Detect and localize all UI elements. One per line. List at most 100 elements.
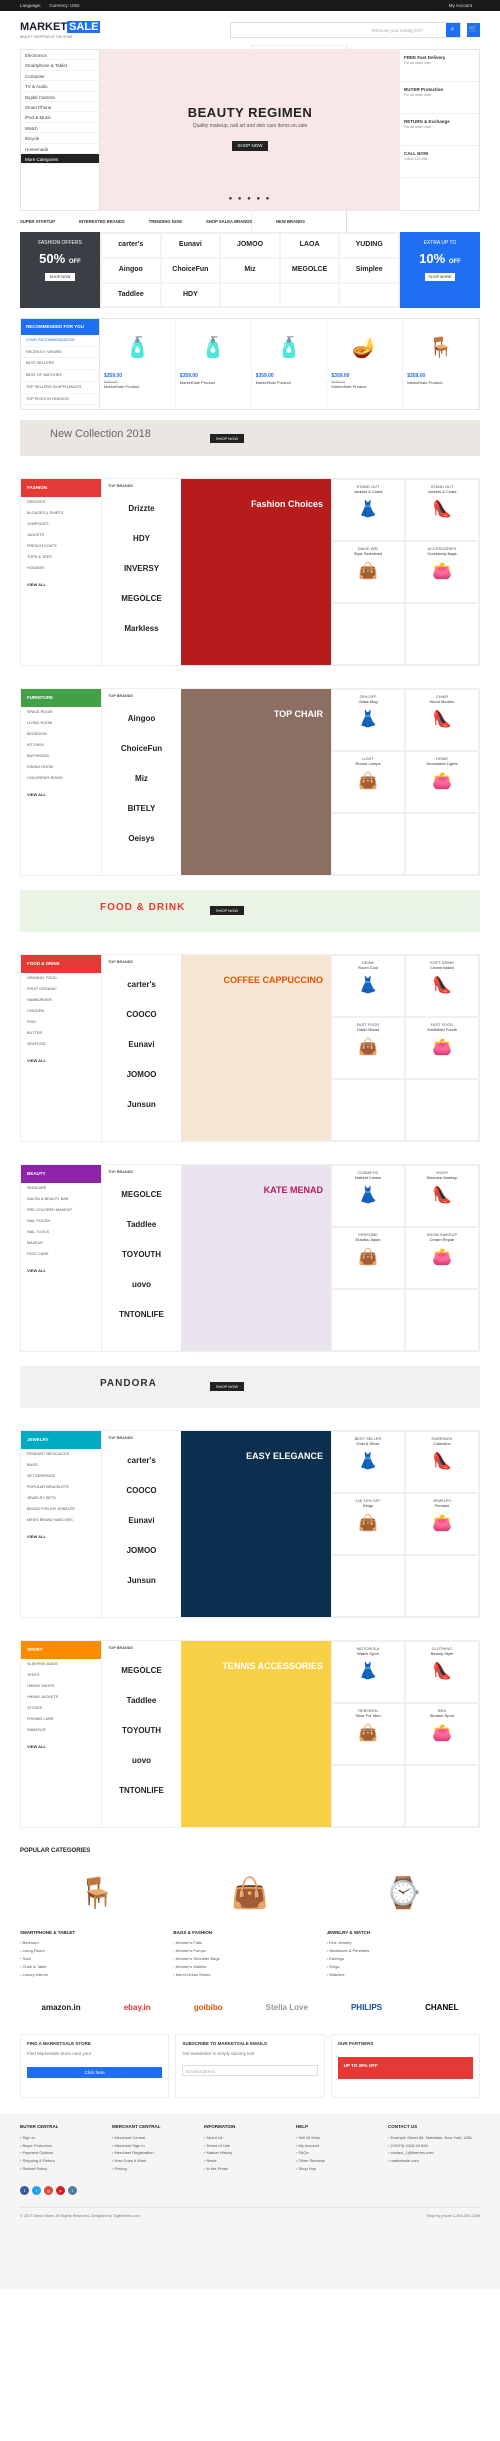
brand-logo[interactable]: TNTONLIFE [102, 1776, 181, 1806]
category-link[interactable]: LIVING ROOM [21, 718, 101, 729]
partner-logo[interactable]: amazon.in [42, 2003, 81, 2013]
food-banner-button[interactable]: SHOP NOW [210, 906, 244, 916]
category-link[interactable]: NAIL POLISH [21, 1216, 101, 1227]
category-tile[interactable] [405, 603, 479, 666]
brand-logo[interactable]: uovo [102, 1270, 181, 1300]
partner-logo[interactable]: Stella Love [266, 2003, 308, 2013]
category-link[interactable]: CHICKEN [21, 1006, 101, 1017]
brand-logo[interactable]: carter's [101, 233, 161, 258]
product-name[interactable]: MarketSale Product [331, 384, 398, 389]
category-tile[interactable] [405, 813, 479, 876]
category-title[interactable]: FASHION [21, 479, 101, 497]
brand-logo[interactable]: Oeisys [102, 824, 181, 854]
pandora-banner[interactable]: PANDORA SHOP NOW [20, 1366, 480, 1409]
category-tile[interactable]: COSMETIC Natural Cream 👗 [331, 1165, 405, 1228]
footer-link[interactable]: › Buyer Protection [20, 2142, 112, 2150]
google-icon[interactable]: g [44, 2185, 53, 2195]
brand-logo[interactable]: COOCO [102, 1476, 181, 1506]
product-card[interactable]: 🧴 $359.00 MarketSale Product [252, 319, 328, 410]
popular-link[interactable]: › Bedroom [20, 1938, 173, 1946]
category-link[interactable]: BEADS FOR DIY JEWELRY [21, 1504, 101, 1515]
category-link[interactable]: SKINCARE [21, 1183, 101, 1194]
brand-logo[interactable]: Aingoo [102, 704, 181, 734]
category-tile[interactable]: MOTOROLA Watch Sport 👗 [331, 1641, 405, 1704]
view-all-link[interactable]: VIEW ALL [21, 574, 101, 595]
category-tile[interactable]: VICHY Skincare Makeup 👠 [405, 1165, 479, 1228]
brand-logo[interactable]: TOYOUTH [102, 1716, 181, 1746]
category-link[interactable]: FRENCH COATS [21, 541, 101, 552]
footer-link[interactable]: › My Account [296, 2142, 388, 2150]
product-image[interactable]: 🧴 [180, 323, 247, 373]
category-link[interactable]: JUMPSUITS [21, 519, 101, 530]
category-link[interactable]: HOODIES [21, 563, 101, 574]
popular-image[interactable]: 👜 [173, 1864, 326, 1924]
category-hero[interactable]: Fashion Choices [181, 479, 331, 666]
category-item[interactable]: More Categories [21, 153, 99, 165]
category-link[interactable]: BUTTER [21, 1028, 101, 1039]
category-item[interactable]: Smartphone & Tablet [21, 60, 99, 71]
category-title[interactable]: BEAUTY [21, 1165, 101, 1183]
language-select[interactable]: Language: [20, 3, 41, 8]
popular-link[interactable]: › Earrings [327, 1954, 480, 1962]
category-tile[interactable] [405, 1289, 479, 1352]
brand-logo[interactable]: COOCO [102, 1000, 181, 1030]
category-tile[interactable]: SNOW MAKEUP Cream Repair 👛 [405, 1227, 479, 1290]
popular-link[interactable]: › Fine Jewelry [327, 1938, 480, 1946]
recommend-item[interactable]: TOP SELLERS IN APPLIANCES [21, 382, 99, 394]
product-card[interactable]: 🧴 $359.00 MarketSale Product [176, 319, 252, 410]
popular-link[interactable]: › Necklaces & Pendants [327, 1946, 480, 1954]
popular-col-title[interactable]: JEWELRY & WATCH [327, 1930, 480, 1936]
footer-link[interactable]: › Merchant Sign In [112, 2142, 204, 2150]
collection-banner[interactable]: New Collection 2018 SHOP NOW [20, 420, 480, 457]
category-link[interactable]: SLEEPING BAGS [21, 1659, 101, 1670]
category-tile[interactable] [405, 1555, 479, 1618]
category-link[interactable]: FRUIT ORGANIC [21, 984, 101, 995]
search-button[interactable]: ⌕ [445, 23, 460, 37]
popular-link[interactable]: › Women's Flats [173, 1938, 326, 1946]
partner-logo[interactable]: CHANEL [425, 2003, 458, 2013]
footer-link[interactable]: › Payment Options [20, 2149, 112, 2157]
brand-logo[interactable]: ChoiceFun [160, 257, 221, 283]
footer-link[interactable]: › Sell All Help [296, 2134, 388, 2142]
brand-logo[interactable]: carter's [102, 1446, 181, 1476]
popular-link[interactable]: › Watches [327, 1970, 480, 1978]
brand-logo[interactable]: ChoiceFun [102, 734, 181, 764]
brand-logo[interactable]: Junsun [102, 1566, 181, 1596]
category-link[interactable]: POPULAR BRACELETS [21, 1482, 101, 1493]
category-link[interactable]: PENDANT NECKLACES [21, 1449, 101, 1460]
category-tile[interactable]: HOME Decorative Lights 👛 [405, 751, 479, 814]
brand-logo[interactable]: Simplee [339, 257, 399, 283]
recommend-item[interactable]: BEST OF WATCHES [21, 370, 99, 382]
category-link[interactable]: DINING ROOM [21, 762, 101, 773]
category-link[interactable]: HIKING SHOES [21, 1681, 101, 1692]
view-all-link[interactable]: VIEW ALL [21, 1526, 101, 1547]
brand-tab[interactable]: NEW BRANDS [276, 219, 305, 224]
brand-logo[interactable]: HDY [102, 524, 181, 554]
product-name[interactable]: MarketSale Product [104, 384, 171, 389]
category-hero[interactable]: EASY ELEGANCE [181, 1431, 331, 1618]
category-tile[interactable]: JEWELRY Pendant 👛 [405, 1493, 479, 1556]
category-link[interactable]: TOPS & TEES [21, 552, 101, 563]
category-item[interactable]: Homemade [21, 144, 99, 154]
popular-link[interactable]: › Women's Pumps [173, 1946, 326, 1954]
product-card[interactable]: 🪑 $359.00 MarketSale Product [403, 319, 479, 410]
popular-link[interactable]: › Men's Dress Shoes [173, 1970, 326, 1978]
popular-image[interactable]: 🪑 [20, 1864, 173, 1924]
category-tile[interactable] [331, 1765, 405, 1828]
brand-logo[interactable]: Drizzte [102, 494, 181, 524]
category-link[interactable]: SET EARRINGS [21, 1471, 101, 1482]
recommend-item[interactable]: YOUR RECOMMENDATION [21, 335, 99, 347]
category-link[interactable]: DRESSES [21, 497, 101, 508]
footer-link[interactable]: › Market History [204, 2149, 296, 2157]
category-tile[interactable] [331, 603, 405, 666]
category-tile[interactable] [331, 813, 405, 876]
find-button[interactable]: Click here [27, 2066, 163, 2078]
logo[interactable]: MARKET SALE BEAUTY SHOPPING AT THE HOME [20, 20, 125, 39]
category-link[interactable]: NAIL TOOLS [21, 1227, 101, 1238]
footer-link[interactable]: › In the Press [204, 2164, 296, 2172]
email-field[interactable]: Email address [182, 2064, 318, 2076]
brand-logo[interactable]: Taddlee [102, 1210, 181, 1240]
brand-logo[interactable]: Eunavi [102, 1506, 181, 1536]
view-all-link[interactable]: VIEW ALL [21, 784, 101, 805]
category-link[interactable]: ORGANIC FOOD [21, 973, 101, 984]
